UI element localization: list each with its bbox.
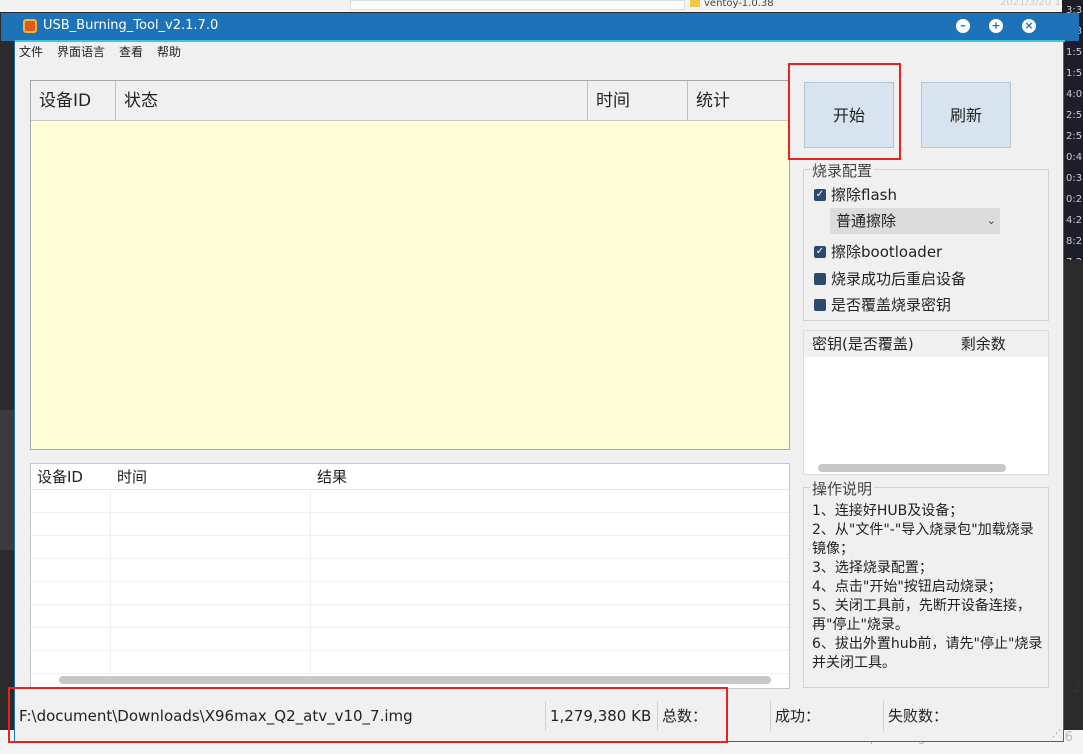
col-log-device-id[interactable]: 设备ID — [31, 464, 111, 489]
resize-grip-icon[interactable]: ⋰ — [1052, 729, 1061, 739]
minimize-icon[interactable]: – — [956, 19, 970, 33]
overwrite-key-checkbox[interactable]: 是否覆盖烧录密钥 — [814, 294, 951, 315]
background-file-item: ventoy-1.0.38 — [690, 0, 774, 9]
menu-file[interactable]: 文件 — [19, 43, 43, 63]
background-time-entry: 1:5 — [1066, 68, 1083, 79]
table-row — [31, 490, 789, 513]
background-time-entry: 4:0 — [1066, 89, 1083, 100]
reboot-after-checkbox[interactable]: 烧录成功后重启设备 — [814, 268, 966, 289]
erase-mode-select[interactable]: 普通擦除 ⌄ — [830, 208, 1000, 234]
menu-help[interactable]: 帮助 — [157, 43, 181, 63]
chevron-down-icon: ⌄ — [986, 214, 996, 227]
table-row — [31, 513, 789, 536]
menu-language[interactable]: 界面语言 — [57, 43, 105, 63]
key-table-header: 密钥(是否覆盖) 剩余数 — [804, 331, 1048, 357]
log-rows — [31, 490, 789, 674]
col-log-time[interactable]: 时间 — [111, 464, 311, 489]
title-bar: USB_Burning_Tool_v2.1.7.0 – + × — [1, 13, 1079, 42]
checkbox-checked-icon: ✓ — [814, 245, 826, 258]
window-title: USB_Burning_Tool_v2.1.7.0 — [43, 18, 219, 33]
col-status[interactable]: 状态 — [116, 81, 588, 120]
burn-config-title: 烧录配置 — [810, 160, 875, 181]
table-row — [31, 559, 789, 582]
table-row — [31, 651, 789, 674]
start-highlight-box — [788, 63, 901, 160]
background-time-entry: 4:2 — [1066, 215, 1083, 226]
instructions-text: 1、连接好HUB及设备； 2、从"文件"-"导入烧录包"加载烧录镜像； 3、选择… — [812, 503, 1043, 671]
refresh-button[interactable]: 刷新 — [921, 82, 1011, 148]
status-highlight-box — [8, 687, 728, 743]
key-table[interactable]: 密钥(是否覆盖) 剩余数 — [803, 330, 1049, 475]
col-key[interactable]: 密钥(是否覆盖) — [804, 331, 961, 357]
col-time[interactable]: 时间 — [588, 81, 688, 120]
background-time-entry: 2:5 — [1066, 110, 1083, 121]
background-time-entry: 0:4 — [1066, 152, 1083, 163]
burn-config-group: 烧录配置 ✓ 擦除flash 普通擦除 ⌄ ✓ 擦除bootloader 烧录成… — [803, 160, 1049, 321]
app-icon — [23, 19, 37, 33]
background-time-entry: 0:3 — [1066, 173, 1083, 184]
col-log-result[interactable]: 结果 — [311, 464, 781, 489]
device-table[interactable]: 设备ID 状态 时间 统计 — [30, 80, 790, 450]
col-device-id[interactable]: 设备ID — [31, 81, 116, 120]
background-time-entry: 8:2 — [1066, 236, 1083, 247]
menu-view[interactable]: 查看 — [119, 43, 143, 63]
instructions-title: 操作说明 — [810, 478, 875, 499]
background-digit: 2 — [1072, 680, 1081, 696]
log-table-header: 设备ID 时间 结果 — [31, 464, 789, 490]
device-table-header: 设备ID 状态 时间 统计 — [31, 81, 789, 121]
menu-bar: 文件 界面语言 查看 帮助 — [19, 43, 181, 63]
key-horizontal-scrollbar[interactable] — [818, 464, 1006, 472]
background-time-entry: 1:5 — [1066, 47, 1083, 58]
erase-bootloader-checkbox[interactable]: ✓ 擦除bootloader — [814, 241, 942, 262]
background-time-entry: 7:2 — [1062, 252, 1083, 260]
log-table[interactable]: 设备ID 时间 结果 — [30, 463, 790, 689]
checkbox-unchecked-icon — [814, 272, 826, 285]
status-success: 成功： — [771, 701, 884, 731]
background-datetime: 2021/3/20 14 — [1000, 0, 1068, 8]
status-fail: 失败数： — [888, 707, 949, 725]
instructions-group: 操作说明 1、连接好HUB及设备； 2、从"文件"-"导入烧录包"加载烧录镜像；… — [803, 478, 1049, 688]
table-row — [31, 536, 789, 559]
col-stats[interactable]: 统计 — [688, 81, 789, 120]
background-time-entry: 0:2 — [1066, 194, 1083, 205]
log-horizontal-scrollbar[interactable] — [59, 676, 771, 684]
checkbox-checked-icon: ✓ — [814, 188, 826, 201]
maximize-icon[interactable]: + — [989, 19, 1003, 33]
table-row — [31, 582, 789, 605]
app-window: USB_Burning_Tool_v2.1.7.0 – + × 文件 界面语言 … — [1, 13, 1079, 743]
close-icon[interactable]: × — [1022, 19, 1036, 33]
table-row — [31, 605, 789, 628]
table-row — [31, 628, 789, 651]
title-accent-line — [15, 40, 1065, 42]
folder-icon — [690, 0, 700, 7]
col-remaining[interactable]: 剩余数 — [961, 331, 1048, 357]
erase-flash-checkbox[interactable]: ✓ 擦除flash — [814, 184, 897, 205]
checkbox-unchecked-icon — [814, 298, 826, 311]
background-window-strip: ventoy-1.0.38 — [0, 0, 1083, 12]
background-left-panel — [0, 410, 14, 550]
background-window — [350, 0, 685, 10]
background-time-entry: 2:5 — [1066, 131, 1083, 142]
